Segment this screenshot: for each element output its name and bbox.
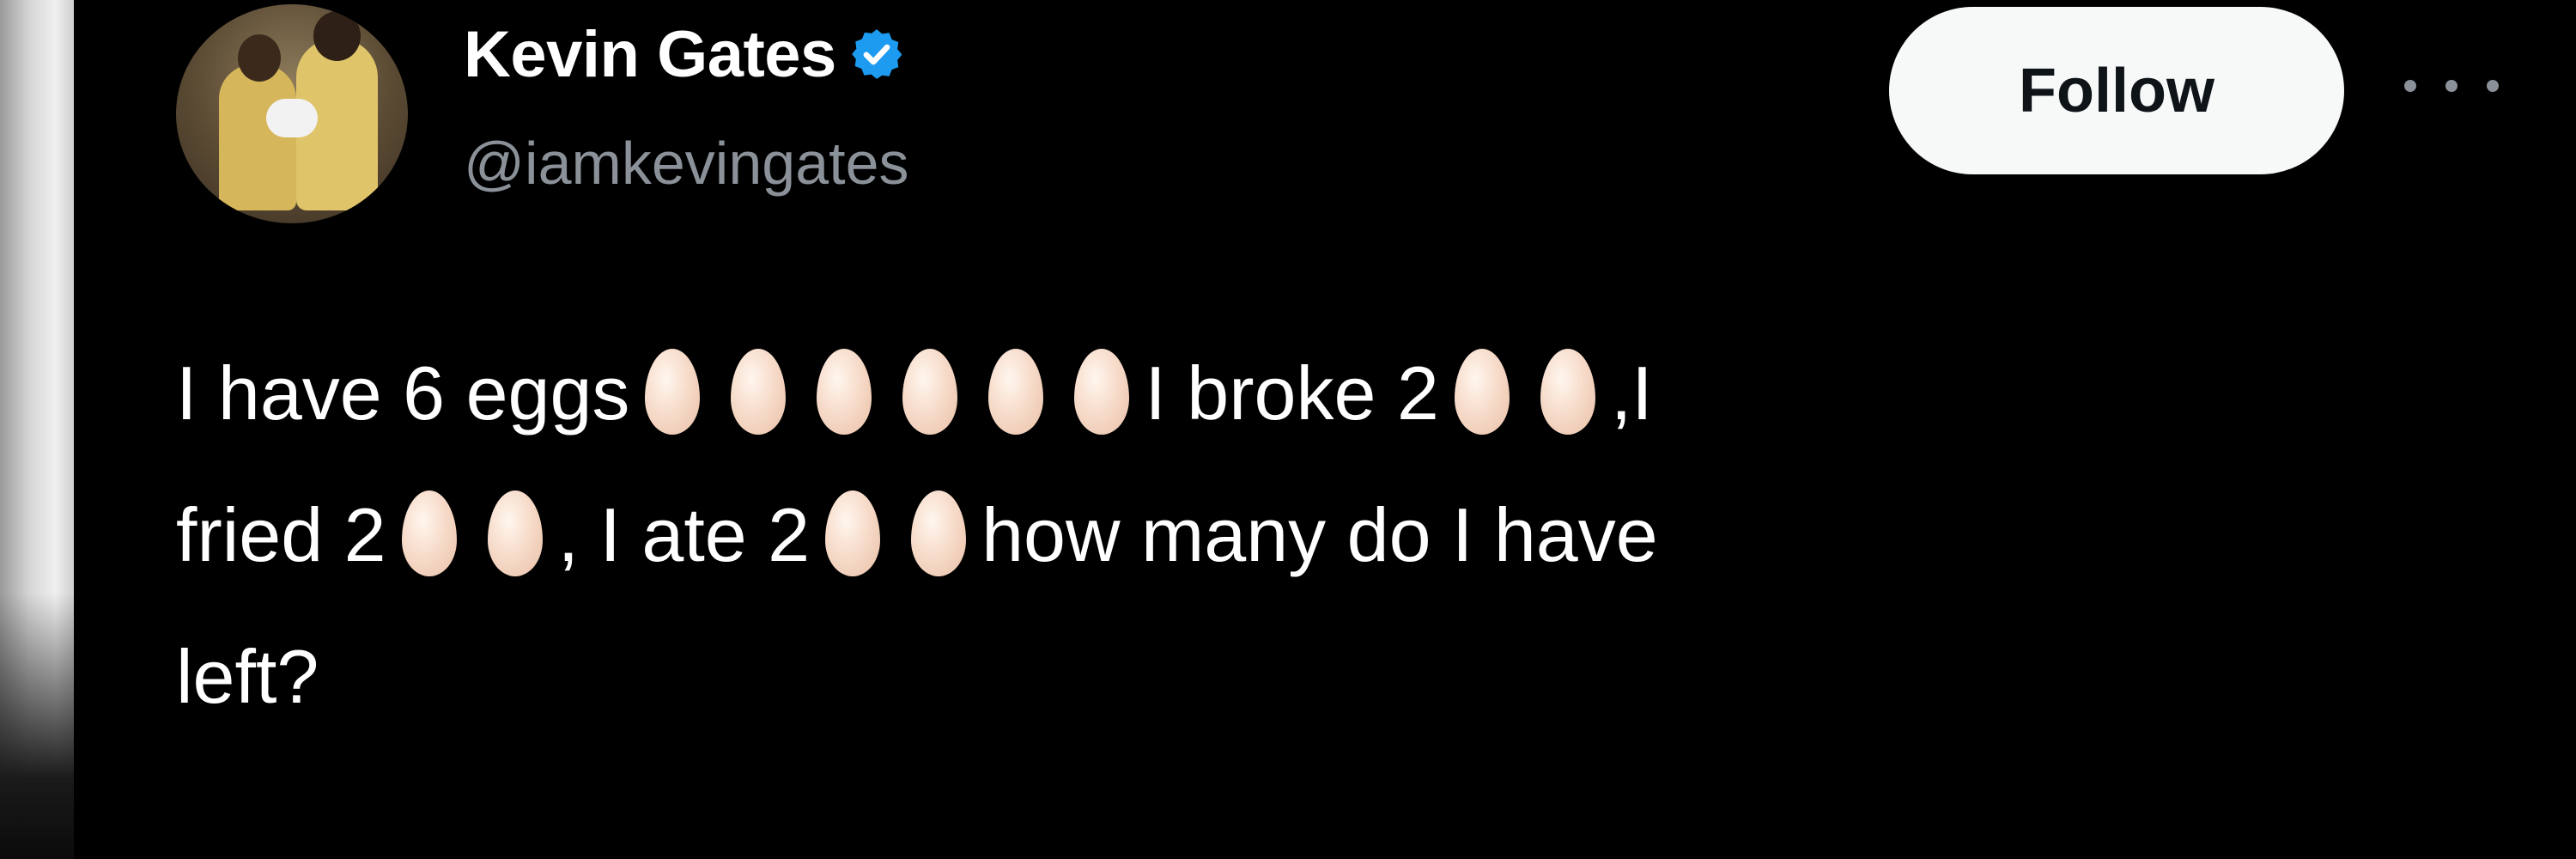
tweet-text-segment: , I ate 2 [557,492,811,577]
more-dot [2445,80,2458,92]
tweet-text-segment: fried 2 [176,492,386,577]
egg-emoji-icon [1454,349,1510,435]
avatar-figure [219,64,296,210]
more-horizontal-icon[interactable] [2404,60,2499,112]
follow-button[interactable]: Follow [1889,7,2344,174]
tweet-text-segment: I broke 2 [1145,350,1439,436]
author-handle[interactable]: @iamkevingates [464,129,909,198]
author-name[interactable]: Kevin Gates [464,17,836,92]
egg-emoji-icon [1540,349,1595,435]
egg-emoji-icon [1074,349,1130,435]
tweet-text-segment: I have 6 eggs [176,350,630,436]
egg-emoji-icon [645,349,701,435]
tweet-text-segment: how many do I have [981,492,1658,577]
verified-badge-icon [848,26,905,82]
avatar-figure-head [313,11,361,61]
avatar-figure-baby [266,99,318,137]
egg-emoji-icon [825,490,881,576]
tweet-text: I have 6 eggs I broke 2 ,I fried 2 , I ate 2… [176,322,2409,747]
more-dot [2404,80,2416,92]
neighbor-image-shadow [0,593,74,859]
more-dot [2487,80,2499,92]
egg-emoji-icon [487,490,543,576]
egg-emoji-icon [988,349,1044,435]
avatar[interactable] [176,4,408,223]
egg-emoji-icon [902,349,958,435]
tweet-text-segment: ,I [1610,350,1653,436]
author-name-row[interactable]: Kevin Gates [464,15,905,93]
egg-emoji-icon [401,490,457,576]
egg-emoji-icon [817,349,872,435]
avatar-figure-head [238,34,281,82]
egg-emoji-icon [731,349,787,435]
egg-emoji-icon [911,490,967,576]
neighbor-image-edge [0,0,74,859]
tweet-text-segment: left? [176,634,319,719]
